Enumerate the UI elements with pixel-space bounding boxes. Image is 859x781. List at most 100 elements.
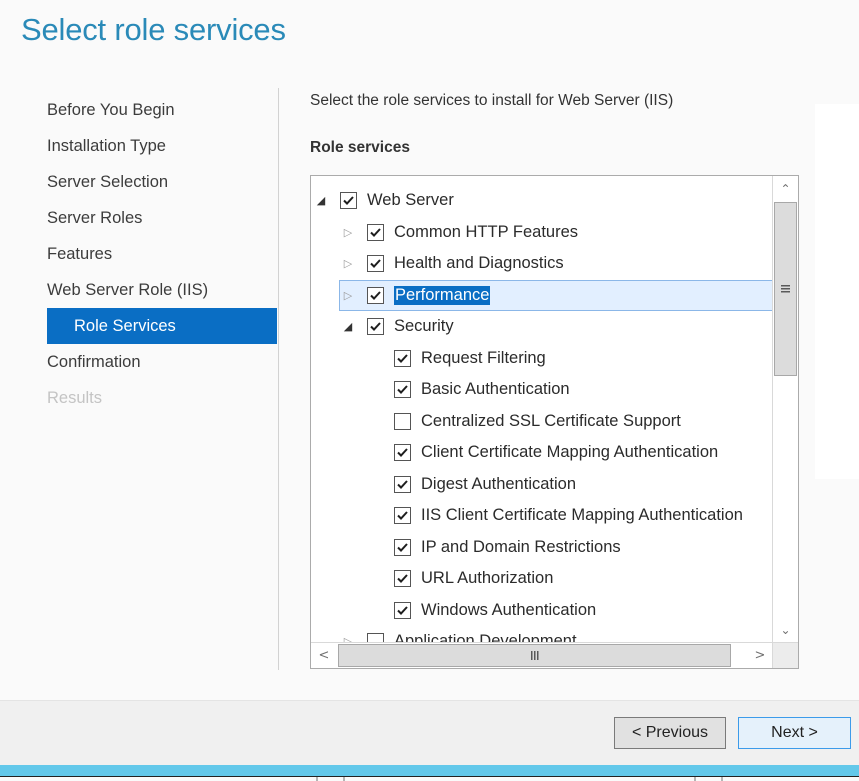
- chevron-down-icon: ⌄: [780, 623, 791, 637]
- wizard-nav: Before You Begin Installation Type Server …: [47, 92, 277, 416]
- checkbox-checked[interactable]: [367, 286, 384, 304]
- role-services-label: Role services: [310, 139, 410, 156]
- side-panel: [815, 104, 859, 479]
- tree-item[interactable]: ◢ Security: [311, 311, 773, 343]
- checkbox-checked[interactable]: [340, 192, 357, 210]
- divider: [694, 777, 696, 781]
- scroll-left-button[interactable]: <: [311, 643, 337, 668]
- checkmark-icon: [397, 480, 408, 489]
- nav-item-before-you-begin[interactable]: Before You Begin: [47, 92, 277, 128]
- checkmark-icon: [397, 354, 408, 363]
- tree-item[interactable]: Windows Authentication: [311, 595, 773, 627]
- checkmark-icon: [397, 606, 408, 615]
- nav-item-web-server-role-iis[interactable]: Web Server Role (IIS): [47, 272, 277, 308]
- tree-item-label: Performance: [394, 285, 491, 305]
- collapsed-triangle-icon[interactable]: ▷: [341, 257, 355, 271]
- tree-item-label: Client Certificate Mapping Authenticatio…: [421, 443, 719, 462]
- checkbox-checked[interactable]: [367, 318, 384, 336]
- expanded-triangle-icon[interactable]: ◢: [341, 320, 355, 334]
- grip-icon: [781, 285, 790, 293]
- chevron-right-icon: >: [754, 648, 766, 663]
- checkmark-icon: [397, 448, 408, 458]
- tree-item-label: Basic Authentication: [421, 380, 570, 399]
- bottom-strip: [0, 776, 859, 781]
- nav-item-confirmation[interactable]: Confirmation: [47, 344, 277, 380]
- nav-divider: [278, 88, 279, 670]
- tree-item[interactable]: ◢ Web Server: [311, 185, 773, 217]
- tree-item[interactable]: Client Certificate Mapping Authenticatio…: [311, 437, 773, 469]
- tree-item[interactable]: Digest Authentication: [311, 469, 773, 501]
- vertical-scroll-thumb[interactable]: [774, 202, 797, 376]
- checkmark-icon: [370, 291, 381, 300]
- checkbox-checked[interactable]: [367, 223, 384, 241]
- tree-item[interactable]: IIS Client Certificate Mapping Authentic…: [311, 500, 773, 532]
- checkbox-checked[interactable]: [367, 255, 384, 273]
- nav-item-server-roles[interactable]: Server Roles: [47, 200, 277, 236]
- nav-item-results: Results: [47, 389, 103, 407]
- scrollbar-corner: [772, 642, 798, 668]
- vertical-scrollbar[interactable]: ⌃ ⌄: [772, 176, 798, 643]
- expanded-triangle-icon[interactable]: ◢: [314, 194, 328, 208]
- checkbox-checked[interactable]: [394, 349, 411, 367]
- horizontal-scrollbar[interactable]: < >: [311, 642, 773, 668]
- checkmark-icon: [370, 259, 381, 269]
- nav-item-features[interactable]: Features: [47, 236, 277, 272]
- checkbox-unchecked[interactable]: [394, 412, 411, 430]
- checkbox-checked[interactable]: [394, 507, 411, 525]
- checkbox-checked[interactable]: [394, 538, 411, 556]
- tree-item[interactable]: ▷ Common HTTP Features: [311, 217, 773, 249]
- checkmark-icon: [343, 196, 354, 206]
- checkmark-icon: [397, 574, 408, 584]
- tree-item[interactable]: ▷ Health and Diagnostics: [311, 248, 773, 280]
- scroll-right-button[interactable]: >: [747, 643, 773, 668]
- collapsed-triangle-icon[interactable]: ▷: [341, 225, 355, 239]
- tree-item[interactable]: ▷ Performance: [339, 279, 773, 311]
- checkmark-icon: [397, 511, 408, 521]
- grip-icon: [530, 651, 539, 660]
- role-services-tree: ◢ Web Server ▷ Common HTTP Features ▷ Health …: [310, 175, 799, 669]
- checkmark-icon: [370, 322, 381, 332]
- previous-button[interactable]: < Previous: [614, 717, 726, 749]
- next-button[interactable]: Next >: [738, 717, 851, 749]
- checkbox-checked[interactable]: [394, 475, 411, 493]
- nav-item-role-services[interactable]: Role Services: [47, 308, 277, 344]
- nav-item-server-selection[interactable]: Server Selection: [47, 164, 277, 200]
- checkbox-checked[interactable]: [394, 570, 411, 588]
- divider: [316, 777, 318, 781]
- divider: [721, 777, 723, 781]
- checkmark-icon: [397, 385, 408, 395]
- chevron-left-icon: <: [318, 648, 330, 663]
- tree-item[interactable]: Basic Authentication: [311, 374, 773, 406]
- tree-item-label: Health and Diagnostics: [394, 254, 564, 273]
- divider: [343, 777, 345, 781]
- tree-item[interactable]: Request Filtering: [311, 343, 773, 375]
- collapsed-triangle-icon[interactable]: ▷: [341, 288, 355, 302]
- tree-item-label: Web Server: [367, 191, 454, 210]
- checkmark-icon: [370, 228, 381, 237]
- tree-item-label: Windows Authentication: [421, 600, 597, 619]
- instruction-text: Select the role services to install for …: [310, 92, 674, 109]
- checkbox-checked[interactable]: [394, 381, 411, 399]
- wizard-footer: < Previous Next >: [0, 700, 859, 765]
- tree-item-label: Security: [394, 317, 454, 336]
- tree-item-label: Digest Authentication: [421, 474, 577, 493]
- tree-rows: ◢ Web Server ▷ Common HTTP Features ▷ Health …: [311, 185, 773, 658]
- tree-item-label: Centralized SSL Certificate Support: [421, 411, 681, 430]
- checkbox-checked[interactable]: [394, 601, 411, 619]
- tree-item-label: Request Filtering: [421, 348, 546, 367]
- chevron-up-icon: ⌃: [780, 182, 791, 196]
- tree-item[interactable]: Centralized SSL Certificate Support: [311, 406, 773, 438]
- taskbar: [0, 765, 859, 776]
- tree-item-label: Common HTTP Features: [394, 222, 578, 241]
- tree-item-label: URL Authorization: [421, 569, 554, 588]
- tree-item[interactable]: URL Authorization: [311, 563, 773, 595]
- checkbox-checked[interactable]: [394, 444, 411, 462]
- horizontal-scroll-thumb[interactable]: [338, 644, 731, 667]
- scroll-up-button[interactable]: ⌃: [773, 176, 798, 202]
- scroll-down-button[interactable]: ⌄: [773, 617, 798, 643]
- tree-item-label: IP and Domain Restrictions: [421, 537, 621, 556]
- checkmark-icon: [397, 543, 408, 552]
- nav-item-installation-type[interactable]: Installation Type: [47, 128, 277, 164]
- tree-item[interactable]: IP and Domain Restrictions: [311, 532, 773, 564]
- tree-item-label: IIS Client Certificate Mapping Authentic…: [421, 506, 743, 525]
